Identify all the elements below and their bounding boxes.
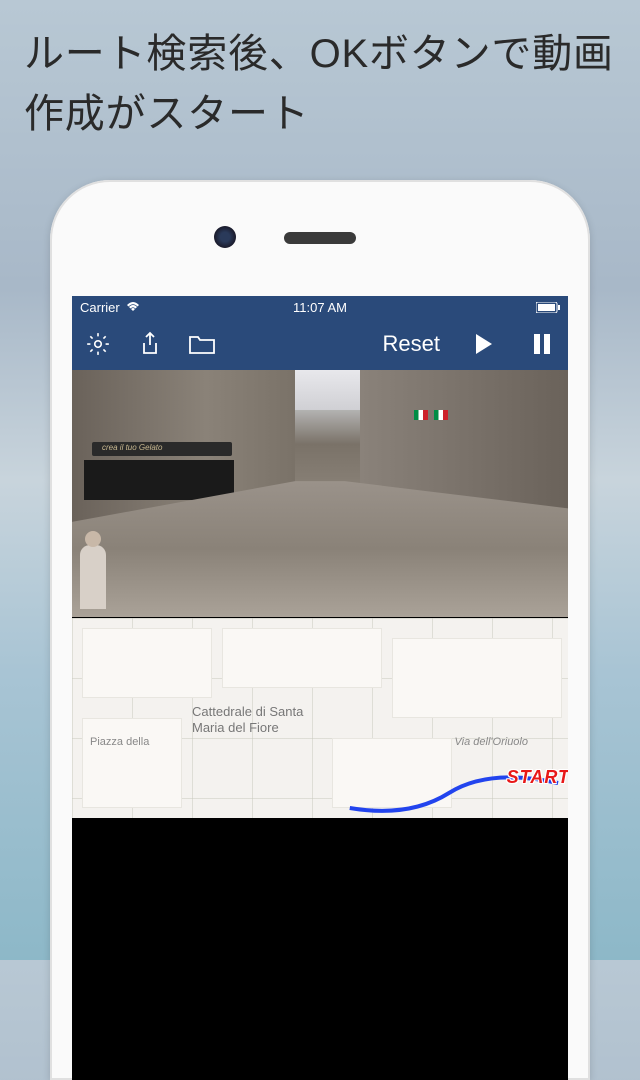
- folder-button[interactable]: [186, 328, 218, 360]
- play-button[interactable]: [468, 328, 500, 360]
- headline-text: ルート検索後、OKボタンで動画作成がスタート: [0, 0, 640, 144]
- settings-button[interactable]: [82, 328, 114, 360]
- flag-icon: [434, 410, 448, 420]
- route-line: [72, 618, 568, 818]
- phone-camera: [214, 226, 236, 248]
- phone-frame: Carrier 11:07 AM Reset: [50, 180, 590, 1080]
- store-sign: [92, 442, 232, 456]
- status-bar: Carrier 11:07 AM: [72, 296, 568, 318]
- battery-icon: [536, 302, 560, 313]
- phone-speaker: [284, 232, 356, 244]
- phone-screen: Carrier 11:07 AM Reset: [72, 296, 568, 1080]
- status-time: 11:07 AM: [293, 300, 347, 315]
- share-button[interactable]: [134, 328, 166, 360]
- street-view-panel[interactable]: [72, 370, 568, 618]
- start-marker: START: [507, 767, 568, 788]
- pedestrian: [80, 545, 106, 609]
- carrier-label: Carrier: [80, 300, 120, 315]
- app-toolbar: Reset: [72, 318, 568, 370]
- reset-button[interactable]: Reset: [383, 331, 440, 357]
- pause-button[interactable]: [526, 328, 558, 360]
- flag-icon: [414, 410, 428, 420]
- map-panel[interactable]: Piazza della Cattedrale di Santa Maria d…: [72, 618, 568, 818]
- wifi-icon: [126, 302, 140, 312]
